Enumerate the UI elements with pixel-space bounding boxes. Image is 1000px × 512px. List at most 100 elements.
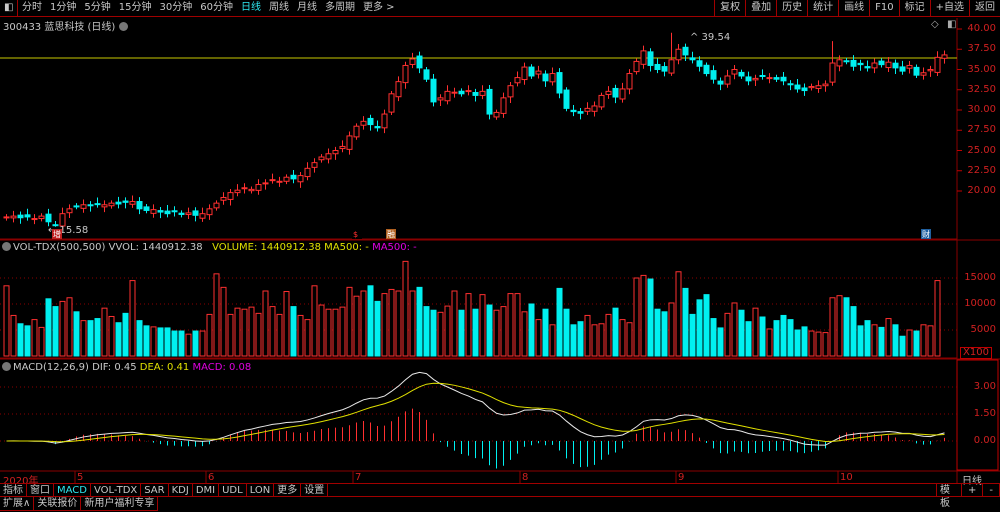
indicator-tab[interactable]: DMI [193,484,220,496]
candle-body [710,70,717,80]
candle-body [353,125,360,138]
kline-chart[interactable]: ^ 39.54← 15.58增 $ 融财 [0,0,1000,512]
candle-body [94,203,101,206]
candle-body [73,205,80,208]
volume-bar [885,318,892,357]
candle-body [283,176,290,182]
candle-body [871,62,878,69]
candle-body [108,202,115,207]
candle-body [668,59,675,74]
indicator-tab[interactable]: LON [247,484,275,496]
candle-body [745,76,752,82]
price-axis-label: 22.50 [967,164,996,176]
volume-bar [52,306,59,357]
volume-bar [164,327,171,357]
volume-bar [661,311,668,357]
volume-bar [675,271,682,357]
candle-body [556,72,563,94]
chevron-down-icon[interactable] [2,242,11,251]
candle-body [101,204,108,208]
candle-body [626,73,633,90]
volume-bar [633,277,640,357]
indicator-tab[interactable]: SAR [141,484,169,496]
volume-bar [241,308,248,357]
candle-body [682,46,689,56]
date-label: 8 [522,472,529,483]
candle-body [157,210,164,213]
indicator-tab[interactable]: MACD [54,484,91,496]
candle-body [843,60,850,63]
date-label: 7 [355,472,362,483]
zoom-in-button[interactable]: + [962,484,984,496]
candle-body [346,135,353,150]
candle-body [150,209,157,214]
volume-bar [185,333,192,357]
volume-bar [927,325,934,357]
candle-body [458,90,465,95]
indicator-tab[interactable]: 窗口 [27,484,54,496]
volume-bar [171,330,178,357]
candle-body [255,184,262,191]
candle-body [892,62,899,69]
volume-bar [395,290,402,357]
candle-body [367,117,374,126]
volume-bar [178,330,185,357]
volume-bar [157,327,164,357]
indicator-tab[interactable]: UDL [219,484,247,496]
candle-body [451,91,458,94]
indicator-tab[interactable]: 更多 [274,484,302,496]
vol-unit: X100 [960,347,992,359]
chevron-down-icon[interactable] [2,362,11,371]
candle-body [913,66,920,76]
volume-bar [276,313,283,357]
volume-bar [920,324,927,357]
indicator-tab[interactable]: KDJ [169,484,193,496]
candle-body [808,86,815,89]
candle-body [563,89,570,109]
volume-bar [283,291,290,357]
candle-body [31,218,38,221]
candle-body [332,150,339,155]
candle-body [38,215,45,220]
indicator-tab[interactable]: 设置 [301,484,329,496]
candle-body [199,213,206,219]
zoom-out-button[interactable]: - [983,484,1000,496]
volume-bar [339,306,346,357]
template-button[interactable]: 模板 [936,484,962,509]
candle-body [780,76,787,82]
bottom-tab[interactable]: 新用户福利专享 [81,497,159,510]
volume-bar [563,308,570,357]
candle-body [493,111,500,118]
volume-bar [353,295,360,357]
price-axis-label: 37.50 [967,43,996,55]
candle-body [654,63,661,70]
high-price-label: ^ 39.54 [690,32,730,43]
volume-bar [696,299,703,357]
volume-bar [3,285,10,357]
price-axis-label: 35.00 [967,63,996,75]
candle-body [822,83,829,87]
volume-bar [59,300,66,357]
candle-body [899,66,906,72]
bottom-tab[interactable]: 关联报价 [34,497,82,510]
candle-body [465,90,472,93]
volume-bar [682,287,689,357]
volume-bar [535,319,542,357]
indicator-tab[interactable]: VOL-TDX [91,484,142,496]
candle-body [633,60,640,73]
candle-body [864,66,871,69]
bottom-tab[interactable]: 扩展∧ [0,497,35,510]
event-marker: 融 [387,229,395,239]
volume-bar [913,330,920,357]
volume-bar [752,307,759,357]
indicator-tab[interactable]: 指标 [0,484,27,496]
volume-bar [787,319,794,357]
candle-body [430,78,437,103]
volume-header: VOL-TDX(500,500) VVOL: 1440912.38 VOLUME… [2,242,417,253]
volume-bar [626,322,633,357]
volume-bar [640,274,647,357]
volume-bar [206,313,213,357]
volume-bar [878,326,885,357]
candle-body [143,206,150,211]
macd-axis-label: 1.50 [973,408,996,419]
